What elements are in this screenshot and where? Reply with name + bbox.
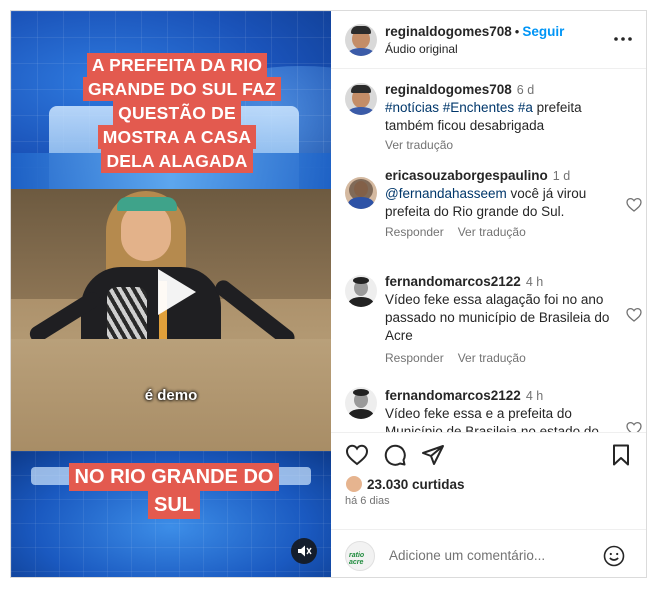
hashtag[interactable]: #notícias #Enchentes #a: [385, 100, 533, 115]
bookmark-icon[interactable]: [609, 443, 633, 467]
post-frame: A PREFEITA DA RIO GRANDE DO SUL FAZ QUES…: [10, 10, 647, 578]
comment-text: você já virou: [506, 186, 587, 201]
caption-line: SUL: [148, 491, 200, 519]
heart-icon[interactable]: [626, 307, 642, 323]
comment-text: Vídeo feke essa alagação foi no ano: [385, 292, 604, 307]
post-actions: 23.030 curtidas há 6 dias ratio acre Adi…: [331, 432, 646, 577]
separator-dot: •: [514, 24, 520, 39]
video-caption-bottom: NO RIO GRANDE DO SUL: [49, 463, 299, 519]
see-translation-link[interactable]: Ver tradução: [458, 225, 526, 239]
comment-text: Acre: [385, 328, 413, 343]
comment-username[interactable]: ericasouzaborgespaulino: [385, 168, 548, 183]
avatar[interactable]: [345, 83, 377, 115]
add-comment-row: ratio acre Adicione um comentário...: [331, 529, 646, 578]
video-caption-top: A PREFEITA DA RIO GRANDE DO SUL FAZ QUES…: [83, 53, 281, 173]
comment-item: reginaldogomes708 6 d #notícias #Enchente…: [343, 81, 643, 161]
caption-line: DELA ALAGADA: [101, 149, 253, 173]
comment-item: fernandomarcos2122 4 h Vídeo feke essa al…: [343, 273, 643, 373]
caption-line: A PREFEITA DA RIO: [86, 53, 268, 77]
heart-icon[interactable]: [345, 443, 369, 467]
avatar[interactable]: [345, 387, 377, 419]
comment-text: também ficou desabrigada: [385, 118, 545, 133]
comment-text: Município de Brasileia no estado do: [385, 424, 599, 432]
logo-text: ratio acre: [349, 552, 365, 566]
caption-line: MOSTRA A CASA: [97, 125, 257, 149]
comment-item: ericasouzaborgespaulino 1 d @fernandahass…: [343, 167, 643, 255]
comment-text: prefeita: [532, 100, 582, 115]
comment-username[interactable]: fernandomarcos2122: [385, 388, 521, 403]
audio-label[interactable]: Áudio original: [385, 42, 458, 56]
heart-icon[interactable]: [626, 421, 642, 432]
add-comment-input[interactable]: Adicione um comentário...: [389, 548, 545, 563]
see-translation-link[interactable]: Ver tradução: [458, 351, 526, 365]
caption-line: GRANDE DO SUL FAZ: [83, 77, 281, 101]
comment-text: passado no município de Brasileia do: [385, 310, 610, 325]
emoji-icon[interactable]: [603, 545, 625, 567]
avatar[interactable]: [345, 275, 377, 307]
comment-text: Vídeo feke essa e a prefeita do: [385, 406, 572, 421]
liker-avatar[interactable]: [345, 475, 363, 493]
post-timestamp: há 6 dias: [345, 495, 390, 507]
video-player[interactable]: A PREFEITA DA RIO GRANDE DO SUL FAZ QUES…: [11, 11, 331, 577]
play-icon[interactable]: [142, 261, 204, 323]
comment-text: prefeita do Rio grande do Sul.: [385, 204, 565, 219]
comment-username[interactable]: fernandomarcos2122: [385, 274, 521, 289]
comment-time: 4 h: [525, 275, 544, 289]
caption-line: QUESTÃO DE: [113, 101, 241, 125]
post-author-username[interactable]: reginaldogomes708: [385, 24, 512, 39]
mention[interactable]: @fernandahasseem: [385, 186, 507, 201]
reply-link[interactable]: Responder: [385, 351, 444, 365]
mute-icon[interactable]: [291, 538, 317, 564]
post-sidebar: reginaldogomes708 • Seguir Áudio original …: [331, 11, 646, 577]
see-translation-link[interactable]: Ver tradução: [385, 138, 453, 152]
reply-link[interactable]: Responder: [385, 225, 444, 239]
avatar[interactable]: [345, 24, 377, 56]
commenter-avatar: ratio acre: [345, 541, 375, 571]
share-icon[interactable]: [421, 443, 445, 467]
video-subtitle: é demo: [144, 387, 198, 404]
heart-icon[interactable]: [626, 197, 642, 213]
follow-button[interactable]: Seguir: [522, 24, 564, 39]
comment-item: fernandomarcos2122 4 h Vídeo feke essa e …: [343, 387, 643, 432]
comment-username[interactable]: reginaldogomes708: [385, 82, 512, 97]
comment-time: 4 h: [525, 389, 544, 403]
comments-list[interactable]: reginaldogomes708 6 d #notícias #Enchente…: [331, 69, 646, 432]
comment-time: 6 d: [516, 83, 535, 97]
caption-line: NO RIO GRANDE DO: [68, 463, 280, 491]
comment-icon[interactable]: [383, 443, 407, 467]
more-icon[interactable]: [613, 29, 633, 49]
likes-count[interactable]: 23.030 curtidas: [367, 477, 465, 492]
post-header: reginaldogomes708 • Seguir Áudio original: [331, 11, 646, 69]
avatar[interactable]: [345, 177, 377, 209]
comment-time: 1 d: [552, 169, 571, 183]
